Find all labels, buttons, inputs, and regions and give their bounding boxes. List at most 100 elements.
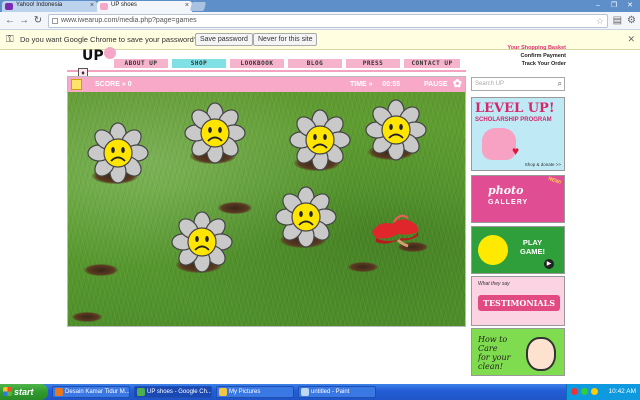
tab-yahoo[interactable]: Yahoo! Indonesia × bbox=[2, 1, 97, 12]
header-divider bbox=[67, 70, 466, 72]
testimonials-title: TESTIMONIALS bbox=[478, 295, 560, 311]
mole-hole bbox=[72, 312, 102, 322]
testimonials-banner[interactable]: What they say TESTIMONIALS bbox=[471, 276, 565, 326]
system-tray: 10:42 AM bbox=[566, 384, 640, 400]
mole-hole bbox=[348, 262, 378, 272]
tab-label: Yahoo! Indonesia bbox=[16, 2, 63, 8]
minimize-icon[interactable]: ‒ bbox=[592, 1, 604, 10]
sad-flower-icon bbox=[184, 102, 246, 164]
track-order-link[interactable]: Track Your Order bbox=[507, 60, 566, 68]
reload-icon[interactable]: ↻ bbox=[32, 15, 44, 27]
folder-icon bbox=[219, 388, 227, 396]
wrench-icon[interactable]: ⚙ bbox=[627, 15, 636, 27]
main-menu: ABOUT UP SHOP LOOKBOOK BLOG PRESS CONTAC… bbox=[114, 59, 460, 68]
game-hud: SCORE » 0 TIME » 00:55 PAUSE ✿ bbox=[68, 77, 465, 92]
account-links: Your Shopping Basket Confirm Payment Tra… bbox=[507, 44, 566, 68]
windows-taskbar: start Desain Kamar Tidur M... UP shoes -… bbox=[0, 384, 640, 400]
new-tab-button[interactable] bbox=[189, 2, 207, 11]
new-badge: NEW! bbox=[547, 175, 562, 187]
testimonials-kicker: What they say bbox=[478, 281, 510, 287]
close-icon[interactable]: ✕ bbox=[627, 34, 635, 45]
infobar-message: Do you want Google Chrome to save your p… bbox=[20, 35, 199, 44]
tray-icon[interactable] bbox=[581, 388, 588, 395]
photo-gallery-banner[interactable]: photo GALLERY NEW! bbox=[471, 175, 565, 223]
maximize-icon[interactable]: ❐ bbox=[608, 1, 620, 10]
care-guide-text: How to Care for your clean! bbox=[478, 335, 511, 371]
care-guide-banner[interactable]: How to Care for your clean! bbox=[471, 328, 565, 376]
level-up-cta: Shop & donate >> bbox=[524, 162, 561, 167]
hand-icon bbox=[482, 128, 516, 160]
mole-hole bbox=[218, 202, 252, 214]
logo-dot bbox=[104, 47, 116, 59]
url-text: www.iwearup.com/media.php?page=games bbox=[61, 17, 197, 24]
level-up-subtitle: SCHOLARSHIP PROGRAM bbox=[475, 117, 552, 123]
menu-contact-up[interactable]: CONTACT UP bbox=[404, 59, 460, 68]
sad-flower[interactable] bbox=[184, 102, 246, 164]
taskbar-item[interactable]: untitled - Paint bbox=[298, 386, 376, 398]
key-icon: ⚿ bbox=[6, 34, 14, 45]
taskbar-item[interactable]: UP shoes - Google Ch... bbox=[134, 386, 212, 398]
start-button[interactable]: start bbox=[0, 384, 48, 400]
settings-gear-icon[interactable]: ✿ bbox=[453, 77, 462, 92]
gallery-subtitle: GALLERY bbox=[488, 199, 529, 206]
time-display: TIME » 00:55 bbox=[350, 81, 401, 88]
confirm-payment-link[interactable]: Confirm Payment bbox=[507, 52, 566, 60]
shopping-basket-link[interactable]: Your Shopping Basket bbox=[507, 44, 566, 52]
back-arrow-icon[interactable]: ← bbox=[4, 15, 16, 27]
play-game-banner[interactable]: PLAY GAME! ▶ bbox=[471, 226, 565, 274]
never-for-site-button[interactable]: Never for this site bbox=[253, 33, 318, 46]
page-icon bbox=[52, 18, 58, 24]
chrome-icon bbox=[137, 388, 145, 396]
tab-up-shoes[interactable]: UP shoes × bbox=[97, 1, 192, 12]
bookmark-star-icon[interactable]: ☆ bbox=[596, 15, 604, 27]
sad-flower-icon bbox=[171, 211, 233, 273]
sad-flower[interactable] bbox=[171, 211, 233, 273]
sad-flower[interactable] bbox=[87, 122, 149, 184]
close-icon[interactable]: × bbox=[90, 2, 94, 9]
page-menu-icon[interactable]: ▤ bbox=[613, 15, 622, 27]
score-value: 0 bbox=[127, 81, 132, 88]
search-input[interactable]: Search UP ⌕ bbox=[471, 77, 565, 91]
menu-press[interactable]: PRESS bbox=[346, 59, 400, 68]
tray-icon[interactable] bbox=[571, 388, 578, 395]
photo-title: photo bbox=[488, 184, 524, 197]
browser-tabstrip: Yahoo! Indonesia × UP shoes × ‒ ❐ ✕ bbox=[0, 0, 640, 12]
site-logo[interactable]: UP bbox=[82, 48, 104, 64]
close-window-icon[interactable]: ✕ bbox=[624, 1, 636, 10]
sad-flower[interactable] bbox=[289, 109, 351, 171]
sad-flower[interactable] bbox=[365, 99, 427, 161]
sad-flower-icon bbox=[289, 109, 351, 171]
menu-shop[interactable]: SHOP bbox=[172, 59, 226, 68]
play-icon: ▶ bbox=[544, 259, 554, 269]
taskbar-item[interactable]: My Pictures bbox=[216, 386, 294, 398]
smiley-icon bbox=[478, 235, 508, 265]
tab-label: UP shoes bbox=[111, 2, 137, 8]
toolbar-right: ▤ ⚙ bbox=[613, 15, 636, 27]
menu-about-up[interactable]: ABOUT UP bbox=[114, 59, 168, 68]
level-up-title: LEVEL UP! bbox=[475, 101, 555, 116]
whack-flower-game[interactable]: SCORE » 0 TIME » 00:55 PAUSE ✿ bbox=[67, 76, 466, 327]
menu-lookbook[interactable]: LOOKBOOK bbox=[230, 59, 284, 68]
windows-flag-icon bbox=[3, 387, 12, 396]
clock: 10:42 AM bbox=[608, 388, 636, 395]
red-shoe-icon[interactable] bbox=[368, 210, 424, 250]
heart-icon: ♥ bbox=[512, 144, 520, 158]
pause-button[interactable]: PAUSE bbox=[424, 77, 448, 92]
forward-arrow-icon[interactable]: → bbox=[18, 15, 30, 27]
close-icon[interactable]: × bbox=[185, 2, 189, 9]
up-page-icon bbox=[100, 3, 108, 10]
level-up-banner[interactable]: LEVEL UP! SCHOLARSHIP PROGRAM ♥ Shop & d… bbox=[471, 97, 565, 171]
score-display: SCORE » 0 bbox=[95, 81, 132, 88]
tray-icon[interactable] bbox=[591, 388, 598, 395]
menu-blog[interactable]: BLOG bbox=[288, 59, 342, 68]
sad-flower[interactable] bbox=[275, 186, 337, 248]
save-password-button[interactable]: Save password bbox=[195, 33, 253, 46]
girl-illustration-icon bbox=[526, 337, 556, 371]
sound-icon[interactable] bbox=[71, 79, 82, 90]
sad-flower-icon bbox=[87, 122, 149, 184]
address-bar[interactable]: www.iwearup.com/media.php?page=games ☆ bbox=[48, 14, 608, 28]
search-icon[interactable]: ⌕ bbox=[558, 78, 562, 90]
taskbar-item[interactable]: Desain Kamar Tidur M... bbox=[52, 386, 130, 398]
browser-toolbar: ← → ↻ www.iwearup.com/media.php?page=gam… bbox=[0, 12, 640, 30]
sad-flower-icon bbox=[275, 186, 337, 248]
